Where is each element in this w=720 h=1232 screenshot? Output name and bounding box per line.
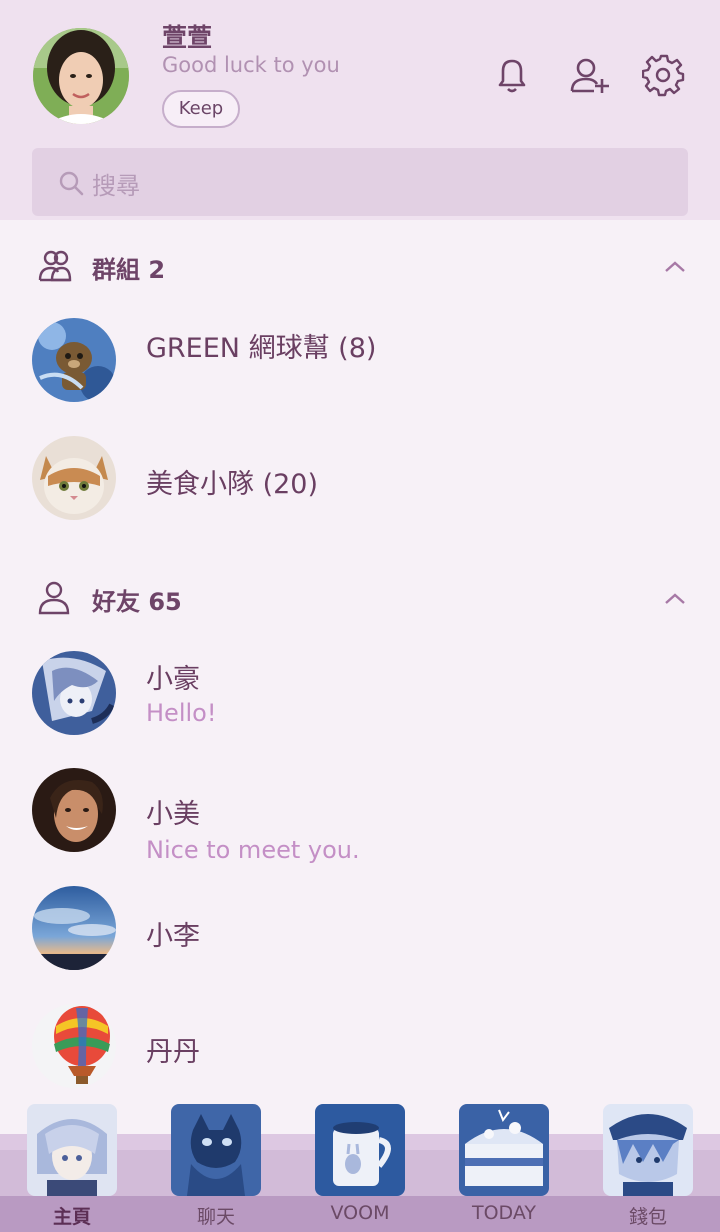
profile-name: 萱萱: [162, 23, 213, 52]
tab-label: 主頁: [52, 1206, 91, 1228]
friend-name: 小李: [146, 921, 200, 952]
search-bar[interactable]: 搜尋: [32, 148, 688, 216]
tab-label: VOOM: [330, 1202, 390, 1224]
list-item[interactable]: GREEN 網球幫 (8): [0, 318, 720, 418]
tab-chat[interactable]: 聊天: [166, 1102, 266, 1232]
search-placeholder: 搜尋: [92, 172, 140, 200]
list-item[interactable]: 小豪 Hello!: [0, 651, 720, 751]
groups-section-title: 群組 2: [92, 256, 166, 284]
friend-avatar: [32, 768, 116, 852]
friend-name: 小豪: [146, 664, 200, 695]
list-item[interactable]: 小李: [0, 886, 720, 986]
group-icon: [37, 248, 73, 284]
list-item[interactable]: 丹丹: [0, 1004, 720, 1104]
groups-section-header[interactable]: 群組 2: [0, 240, 720, 300]
friend-avatar: [32, 651, 116, 735]
chat-icon: [171, 1104, 261, 1196]
profile-header: 萱萱 Good luck to you Keep 搜尋: [0, 0, 720, 220]
tab-voom[interactable]: VOOM: [310, 1102, 410, 1232]
group-avatar: [32, 436, 116, 520]
add-friend-icon[interactable]: [568, 53, 612, 97]
tab-label: 錢包: [628, 1206, 667, 1228]
bell-icon[interactable]: [490, 53, 534, 97]
tab-label: 聊天: [196, 1206, 235, 1228]
today-icon: [459, 1104, 549, 1196]
list-item[interactable]: 小美 Nice to meet you.: [0, 768, 720, 868]
friend-name: 小美: [146, 799, 200, 830]
search-icon: [56, 168, 86, 198]
list-item[interactable]: 美食小隊 (20): [0, 436, 720, 536]
group-name: 美食小隊 (20): [146, 469, 319, 500]
tab-today[interactable]: TODAY: [454, 1102, 554, 1232]
friend-status-message: Nice to meet you.: [146, 836, 360, 864]
tab-wallet[interactable]: 錢包: [598, 1102, 698, 1232]
friend-icon: [37, 580, 73, 616]
group-avatar: [32, 318, 116, 402]
wallet-icon: [603, 1104, 693, 1196]
friend-avatar: [32, 886, 116, 970]
group-name: GREEN 網球幫 (8): [146, 333, 377, 364]
profile-status-message[interactable]: Good luck to you: [162, 53, 340, 77]
tab-label: TODAY: [472, 1202, 536, 1224]
friend-avatar: [32, 1004, 116, 1088]
chevron-up-icon[interactable]: [660, 252, 690, 282]
friends-section-title: 好友 65: [92, 588, 182, 616]
home-icon: [27, 1104, 117, 1196]
profile-avatar[interactable]: [33, 28, 129, 124]
friend-status-message: Hello!: [146, 699, 217, 727]
voom-icon: [315, 1104, 405, 1196]
friends-section-header[interactable]: 好友 65: [0, 572, 720, 632]
chevron-up-icon[interactable]: [660, 584, 690, 614]
tab-home[interactable]: 主頁: [22, 1102, 122, 1232]
gear-icon[interactable]: [641, 53, 686, 97]
friend-name: 丹丹: [146, 1037, 200, 1068]
keep-button[interactable]: Keep: [162, 90, 240, 128]
